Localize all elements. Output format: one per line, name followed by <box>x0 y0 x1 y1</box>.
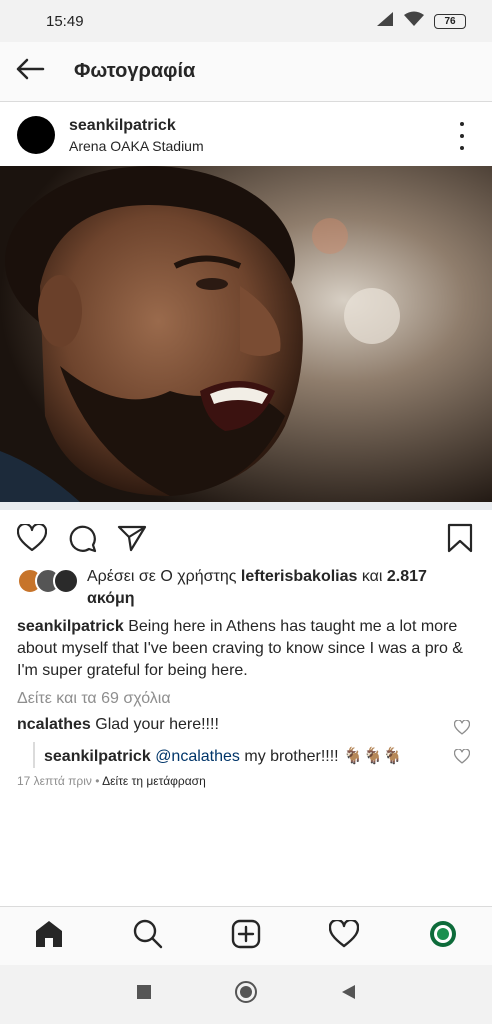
app-header: Φωτογραφία <box>0 42 492 102</box>
bottom-tab-bar <box>0 906 492 965</box>
status-icons: 76 <box>376 11 466 32</box>
home-system-button[interactable] <box>231 980 261 1010</box>
heart-icon <box>329 918 360 953</box>
likes-user[interactable]: lefterisbakolias <box>241 568 358 585</box>
post-meta: 17 λεπτά πριν • Δείτε τη μετάφραση <box>17 774 206 788</box>
system-nav-bar <box>0 965 492 1024</box>
circle-icon <box>234 980 258 1009</box>
likes-row[interactable]: Αρέσει σε Ο χρήστης lefterisbakolias και… <box>17 566 477 610</box>
comment-username[interactable]: ncalathes <box>17 716 91 733</box>
more-vertical-icon <box>460 122 464 126</box>
reply-username[interactable]: seankilpatrick <box>44 748 151 765</box>
post-photo[interactable] <box>0 166 492 502</box>
post-timestamp: 17 λεπτά πριν <box>17 774 92 788</box>
home-icon <box>34 919 64 954</box>
more-dot <box>460 146 464 150</box>
tab-home[interactable] <box>29 916 69 956</box>
heart-icon <box>16 522 48 557</box>
signal-icon <box>376 11 394 32</box>
likes-middle: και <box>357 568 387 585</box>
likes-text: Αρέσει σε Ο χρήστης lefterisbakolias και… <box>87 566 477 610</box>
battery-icon: 76 <box>434 13 466 29</box>
reply-item: seankilpatrick @ncalathes my brother!!!!… <box>44 746 464 766</box>
reply-mention[interactable]: @ncalathes <box>155 748 240 765</box>
liker-avatars <box>17 566 79 594</box>
wifi-icon <box>404 11 424 32</box>
likes-prefix: Αρέσει σε Ο χρήστης <box>87 568 241 585</box>
bookmark-icon <box>447 523 473 558</box>
triangle-back-icon <box>340 984 356 1005</box>
comment-item: ncalathes Glad your here!!!! <box>17 716 487 734</box>
status-bar: 15:49 76 <box>0 0 492 42</box>
more-dot <box>460 134 464 138</box>
post-username[interactable]: seankilpatrick <box>69 117 204 135</box>
comment-icon <box>67 523 97 558</box>
page-title: Φωτογραφία <box>74 60 196 82</box>
tab-new-post[interactable] <box>226 916 266 956</box>
translate-link[interactable]: Δείτε τη μετάφραση <box>102 774 206 788</box>
tab-profile[interactable] <box>423 916 463 956</box>
share-button[interactable] <box>116 524 148 556</box>
profile-avatar-icon <box>429 920 457 953</box>
post-header: seankilpatrick Arena OAKA Stadium <box>0 104 492 166</box>
meta-separator: • <box>91 774 103 788</box>
square-icon <box>136 984 152 1005</box>
view-all-comments-link[interactable]: Δείτε και τα 69 σχόλια <box>17 690 171 708</box>
post-user-block: seankilpatrick Arena OAKA Stadium <box>69 117 204 154</box>
portrait-image <box>0 166 492 502</box>
back-system-button[interactable] <box>333 980 363 1010</box>
comment-text: Glad your here!!!! <box>95 716 219 733</box>
tab-activity[interactable] <box>324 916 364 956</box>
save-button[interactable] <box>444 523 476 558</box>
post-location[interactable]: Arena OAKA Stadium <box>69 138 204 154</box>
search-icon <box>133 919 163 954</box>
send-icon <box>117 524 147 557</box>
comment-like-icon[interactable] <box>453 719 471 736</box>
caption-username[interactable]: seankilpatrick <box>17 618 124 635</box>
reply-thread-line <box>33 742 35 768</box>
add-post-icon <box>231 919 261 954</box>
more-options-button[interactable] <box>452 122 472 150</box>
comment-button[interactable] <box>66 524 98 556</box>
post-caption: seankilpatrick Being here in Athens has … <box>17 616 477 682</box>
like-button[interactable] <box>16 522 48 557</box>
back-button[interactable] <box>0 42 60 102</box>
action-row <box>0 518 492 562</box>
liker-avatar <box>53 568 79 594</box>
reply-like-icon[interactable] <box>453 748 471 765</box>
tab-search[interactable] <box>128 916 168 956</box>
reply-text: my brother!!!! 🐐🐐🐐 <box>239 748 403 765</box>
avatar[interactable] <box>17 116 55 154</box>
status-time: 15:49 <box>46 12 84 30</box>
recent-apps-button[interactable] <box>129 980 159 1010</box>
back-arrow-icon <box>15 58 45 85</box>
photo-divider <box>0 502 492 510</box>
